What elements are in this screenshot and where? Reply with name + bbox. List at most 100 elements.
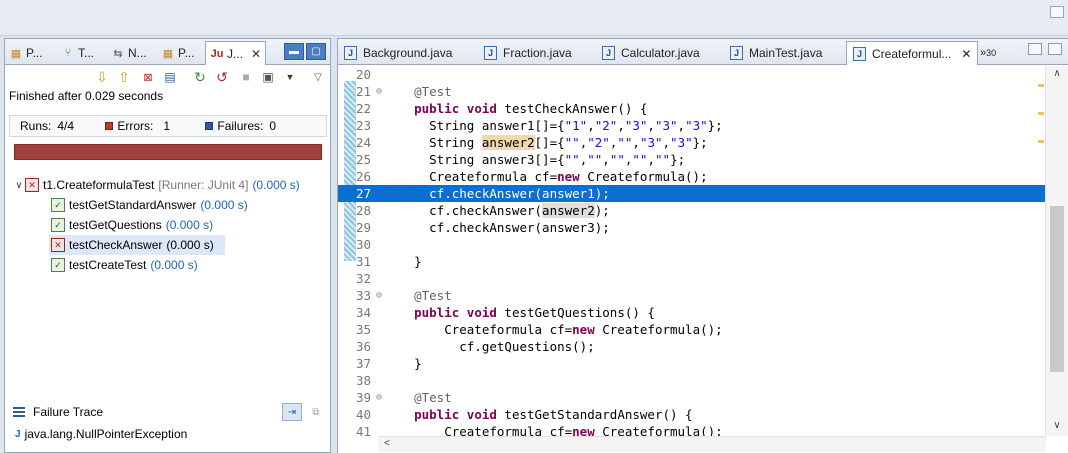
rerun-icon[interactable]: ↻: [191, 68, 209, 86]
code-line: 32: [338, 270, 1046, 287]
code-text: }: [384, 356, 422, 371]
scroll-thumb[interactable]: [1050, 206, 1064, 372]
test-time: (0.000 s): [165, 218, 214, 232]
history-icon[interactable]: ▣: [259, 68, 277, 86]
vertical-scrollbar[interactable]: ∧ ∨: [1045, 66, 1068, 436]
code-text: cf.checkAnswer(answer1);: [384, 186, 610, 201]
test-pass-icon: ✓: [51, 198, 65, 212]
tab-package-explorer[interactable]: ▦ P...: [9, 42, 43, 64]
code-text: }: [384, 254, 422, 269]
tab-createformula-java[interactable]: J Createformul... ✕: [846, 41, 979, 65]
line-number: 36: [356, 339, 372, 354]
tree-root[interactable]: ∨ ✕ t1.CreateformulaTest [Runner: JUnit …: [5, 175, 330, 195]
fold-icon[interactable]: ⊖: [376, 83, 382, 100]
java-file-icon: J: [344, 46, 357, 60]
code-line: 20: [338, 66, 1046, 83]
perspective-icon[interactable]: [1050, 6, 1064, 18]
tab-type-hierarchy[interactable]: ⑂ T...: [61, 42, 94, 64]
failure-trace-header: Failure Trace ⇥ ⧉: [5, 401, 330, 423]
close-icon[interactable]: ✕: [251, 47, 261, 61]
line-number: 34: [356, 305, 372, 320]
close-icon[interactable]: ✕: [961, 47, 971, 61]
test-time: (0.000 s): [166, 238, 214, 252]
tree-item-testGetStandardAnswer[interactable]: ✓ testGetStandardAnswer (0.000 s): [5, 195, 330, 215]
code-line: 40 public void testGetStandardAnswer() {: [338, 406, 1046, 423]
fold-icon[interactable]: ⊖: [376, 287, 382, 304]
maximize-button[interactable]: [1048, 43, 1062, 55]
tree-item-testCheckAnswer[interactable]: ✕ testCheckAnswer (0.000 s): [49, 235, 225, 255]
tab-project-explorer[interactable]: ▦ P...: [161, 42, 195, 64]
stop-icon[interactable]: ■: [237, 68, 255, 86]
tree-item-testCreateTest[interactable]: ✓ testCreateTest (0.000 s): [5, 255, 330, 275]
view-controls: ▬ ▢: [284, 43, 326, 60]
trace-entry[interactable]: J java.lang.NullPointerException: [15, 427, 187, 441]
code-text: cf.checkAnswer(answer2);: [384, 203, 610, 218]
test-time: (0.000 s): [150, 258, 198, 272]
tab-fraction-java[interactable]: J Fraction.java: [484, 42, 572, 64]
scroll-lock-icon[interactable]: ▤: [161, 68, 179, 86]
previous-failure-icon[interactable]: ⇧: [115, 68, 133, 86]
tab-label: MainTest.java: [749, 46, 823, 60]
horizontal-scrollbar[interactable]: <: [378, 436, 1046, 452]
project-explorer-icon: ▦: [162, 47, 174, 60]
code-text: String answer3[]={"","","","",""};: [384, 152, 686, 167]
tab-background-java[interactable]: J Background.java: [344, 42, 452, 64]
code-line: 28 cf.checkAnswer(answer2);: [338, 202, 1046, 219]
exception-icon: J: [15, 428, 21, 440]
chevron-down-icon[interactable]: ∨: [13, 180, 25, 191]
test-label: testCheckAnswer: [69, 238, 163, 252]
rerun-failed-first-icon[interactable]: ↺: [213, 68, 231, 86]
tab-overflow[interactable]: » 30: [980, 42, 996, 64]
java-file-icon: J: [602, 46, 615, 60]
line-number: 26: [356, 169, 372, 184]
java-file-icon: J: [730, 46, 743, 60]
scroll-left-icon[interactable]: <: [384, 438, 390, 449]
error-icon: [105, 122, 114, 130]
filter-stack-icon[interactable]: ⇥: [282, 403, 302, 421]
tree-item-testGetQuestions[interactable]: ✓ testGetQuestions (0.000 s): [5, 215, 330, 235]
scroll-up-icon[interactable]: ∧: [1046, 68, 1068, 82]
trace-toolbar: ⇥ ⧉: [282, 403, 326, 421]
show-failures-only-icon[interactable]: ⊠: [139, 68, 157, 86]
junit-toolbar: ⇩ ⇧ ⊠ ▤ ↻ ↺ ■ ▣ ▼ ▽: [5, 65, 330, 89]
code-line: 26 Createformula cf=new Createformula();: [338, 168, 1046, 185]
tab-navigator[interactable]: ⇆ N...: [111, 42, 146, 64]
code-line: 25 String answer3[]={"","","","",""};: [338, 151, 1046, 168]
line-number: 35: [356, 322, 372, 337]
code-line: 21 ⊖ @Test: [338, 83, 1046, 100]
failure-trace-title: Failure Trace: [33, 405, 104, 419]
next-failure-icon[interactable]: ⇩: [93, 68, 111, 86]
tab-label: Createformul...: [872, 46, 952, 61]
minimize-button[interactable]: ▬: [284, 43, 304, 60]
line-number: 40: [356, 407, 372, 422]
history-dropdown-icon[interactable]: ▼: [281, 68, 299, 86]
package-explorer-icon: ▦: [10, 47, 22, 60]
line-number: 20: [356, 67, 372, 82]
compare-icon[interactable]: ⧉: [306, 403, 326, 421]
tab-junit[interactable]: Ju J... ✕: [205, 41, 267, 65]
line-number: 25: [356, 152, 372, 167]
line-number: 29: [356, 220, 372, 235]
tab-label: Fraction.java: [503, 46, 572, 60]
test-time: (0.000 s): [200, 198, 248, 212]
scroll-down-icon[interactable]: ∨: [1046, 420, 1068, 434]
tab-maintest-java[interactable]: J MainTest.java: [730, 42, 822, 64]
test-error-icon: ✕: [51, 238, 65, 252]
code-line: 34 public void testGetQuestions() {: [338, 304, 1046, 321]
java-file-icon: J: [484, 46, 497, 60]
minimize-button[interactable]: [1028, 43, 1042, 55]
maximize-button[interactable]: ▢: [306, 43, 326, 60]
code-line: 31 }: [338, 253, 1046, 270]
code-text: public void testGetQuestions() {: [414, 305, 655, 320]
errors-counter: Errors: 1: [105, 119, 191, 133]
editor-area: J Background.java J Fraction.java J Calc…: [337, 38, 1068, 453]
fold-icon[interactable]: ⊖: [376, 389, 382, 406]
code-editor[interactable]: 20 21 ⊖ @Test 22 public void testCheckAns…: [338, 66, 1046, 439]
view-menu-icon[interactable]: ▽: [309, 68, 327, 86]
runs-counter: Runs: 4/4: [20, 119, 85, 133]
tab-calculator-java[interactable]: J Calculator.java: [602, 42, 700, 64]
line-number: 27: [356, 186, 372, 201]
line-number: 28: [356, 203, 372, 218]
tab-label: J...: [227, 46, 244, 61]
tab-label: Background.java: [363, 46, 453, 60]
